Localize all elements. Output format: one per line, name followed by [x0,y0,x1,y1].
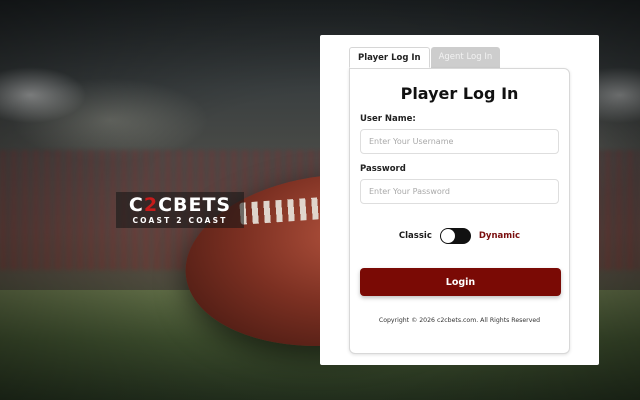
copyright-text: Copyright © 2026 c2cbets.com. All Rights… [378,317,541,324]
logo-prefix: C [128,194,144,216]
login-form-card: Player Log In User Name: Password Classi… [349,68,570,354]
tab-agent-login[interactable]: Agent Log In [430,47,501,68]
login-tabs: Player Log In Agent Log In [349,47,501,69]
brand-logo: C2CBETS COAST 2 COAST [116,192,244,228]
logo-wordmark: C2CBETS [116,194,244,216]
mode-toggle-switch[interactable] [439,228,471,244]
logo-tagline: COAST 2 COAST [132,216,228,225]
logo-accent: 2 [143,194,159,216]
classic-label: Classic [398,231,432,241]
login-page: C2CBETS COAST 2 COAST Player Log In Agen… [0,0,640,400]
form-title: Player Log In [400,84,519,103]
login-panel: Player Log In Agent Log In Player Log In… [320,35,599,365]
toggle-knob [440,229,455,243]
username-input[interactable] [360,129,559,154]
password-label: Password [360,164,406,174]
username-label: User Name: [360,114,416,124]
dynamic-label: Dynamic [478,231,521,241]
logo-suffix: CBETS [158,194,232,216]
password-input[interactable] [360,179,559,204]
login-button[interactable]: Login [360,268,561,296]
tab-player-login[interactable]: Player Log In [349,47,430,68]
mode-toggle-row: Classic Dynamic [350,227,569,245]
